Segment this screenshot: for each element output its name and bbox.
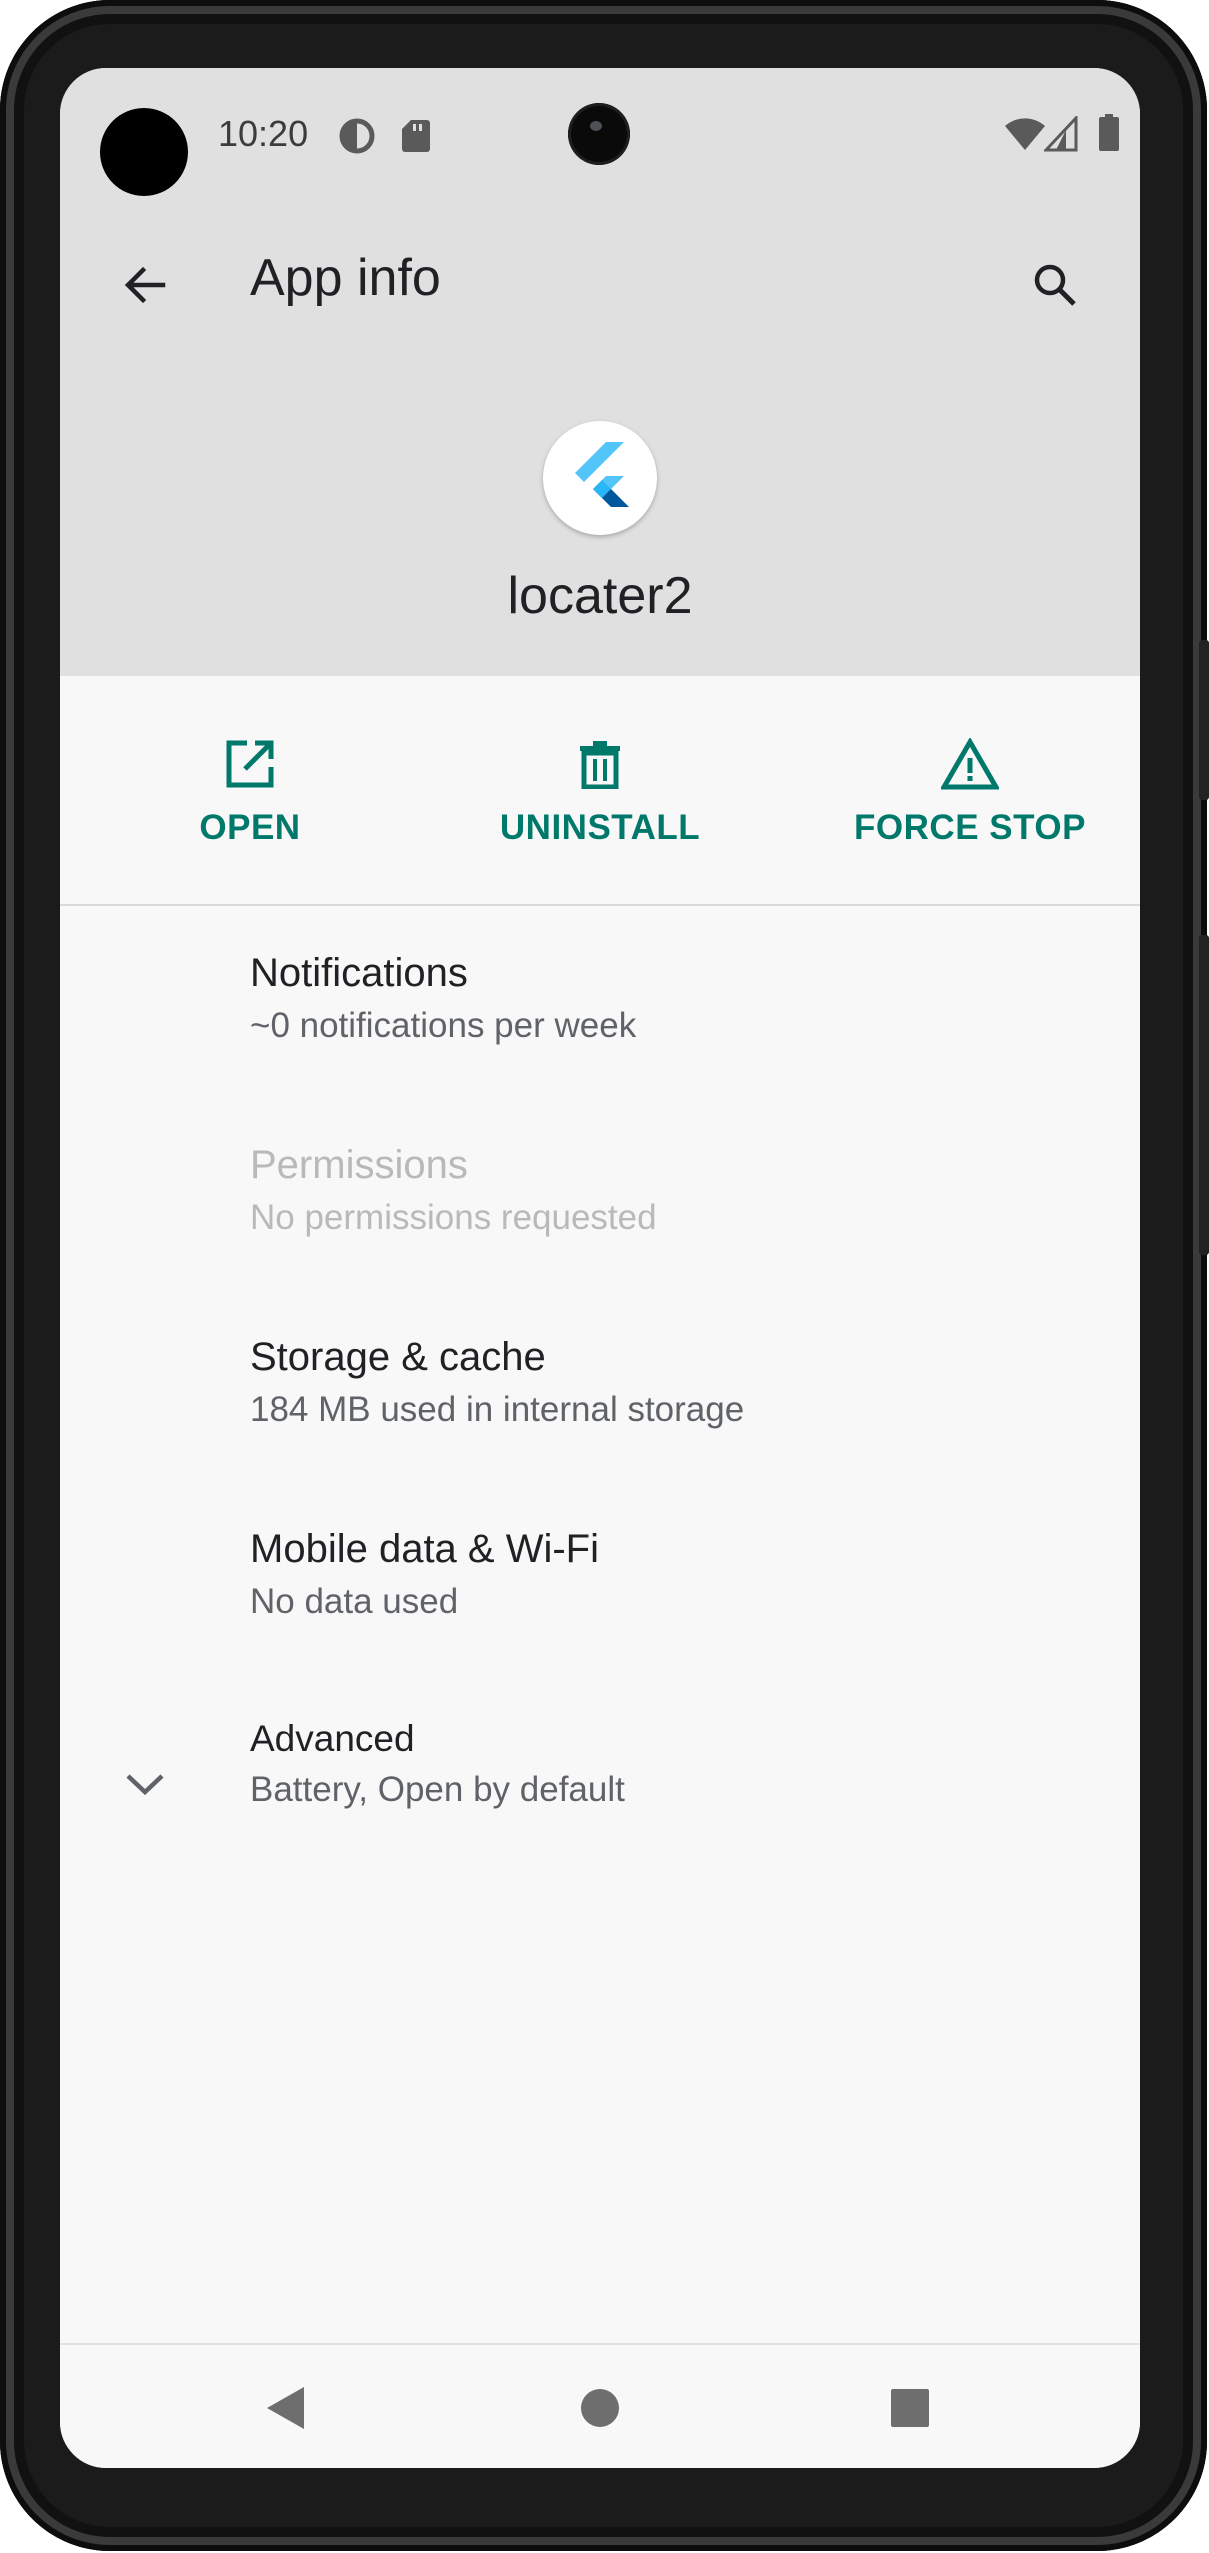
search-button[interactable] <box>1010 240 1100 330</box>
search-icon <box>1034 264 1076 306</box>
wifi-icon <box>1003 116 1047 157</box>
phone-frame: 10:20 App info locater2 OPEN UNINSTALL F… <box>0 0 1209 2551</box>
open-external-icon <box>225 734 275 794</box>
item-summary: No permissions requested <box>250 1198 657 1237</box>
sd-card-icon <box>401 118 431 159</box>
mobile-data-wifi-item[interactable]: Mobile data & Wi-Fi No data used <box>250 1527 1110 1622</box>
app-icon <box>543 421 657 535</box>
open-label: OPEN <box>199 808 301 847</box>
warning-icon <box>941 734 999 794</box>
item-title: Mobile data & Wi-Fi <box>250 1527 599 1571</box>
force-stop-button[interactable]: FORCE STOP <box>830 676 1110 904</box>
navigation-bar <box>60 2343 1140 2468</box>
item-summary: Battery, Open by default <box>250 1770 625 1809</box>
action-bar: OPEN UNINSTALL FORCE STOP <box>60 676 1140 906</box>
uninstall-label: UNINSTALL <box>499 808 701 847</box>
advanced-item[interactable]: Advanced Battery, Open by default <box>250 1718 1110 1810</box>
item-title: Permissions <box>250 1143 468 1187</box>
chevron-down-icon <box>100 1740 190 1830</box>
status-time: 10:20 <box>218 113 309 154</box>
trash-icon <box>578 734 622 794</box>
item-title: Notifications <box>250 951 468 995</box>
app-name: locater2 <box>507 567 693 625</box>
screen: 10:20 App info locater2 OPEN UNINSTALL F… <box>60 68 1140 2468</box>
recents-square-icon[interactable] <box>875 2373 945 2443</box>
battery-icon <box>1098 114 1120 157</box>
home-circle-icon[interactable] <box>565 2373 635 2443</box>
back-triangle-icon[interactable] <box>250 2373 320 2443</box>
flutter-logo-icon <box>575 442 629 507</box>
permissions-item: Permissions No permissions requested <box>250 1143 1110 1238</box>
item-summary: ~0 notifications per week <box>250 1006 637 1045</box>
volume-button <box>1199 935 1209 1255</box>
status-bar: 10:20 <box>60 68 1140 208</box>
camera-cutout <box>100 108 188 196</box>
item-summary: 184 MB used in internal storage <box>250 1390 745 1429</box>
item-title: Storage & cache <box>250 1335 546 1379</box>
page-title: App info <box>250 249 441 307</box>
data-saver-icon <box>339 118 375 159</box>
open-button[interactable]: OPEN <box>140 676 360 904</box>
item-title: Advanced <box>250 1718 415 1759</box>
uninstall-button[interactable]: UNINSTALL <box>470 676 730 904</box>
item-summary: No data used <box>250 1582 459 1621</box>
storage-cache-item[interactable]: Storage & cache 184 MB used in internal … <box>250 1335 1110 1430</box>
force-stop-label: FORCE STOP <box>854 808 1086 847</box>
notifications-item[interactable]: Notifications ~0 notifications per week <box>250 951 1110 1046</box>
power-button <box>1199 640 1209 800</box>
signal-icon <box>1042 114 1078 157</box>
back-button[interactable] <box>100 240 190 330</box>
arrow-back-icon <box>124 266 166 304</box>
front-camera <box>568 103 630 165</box>
